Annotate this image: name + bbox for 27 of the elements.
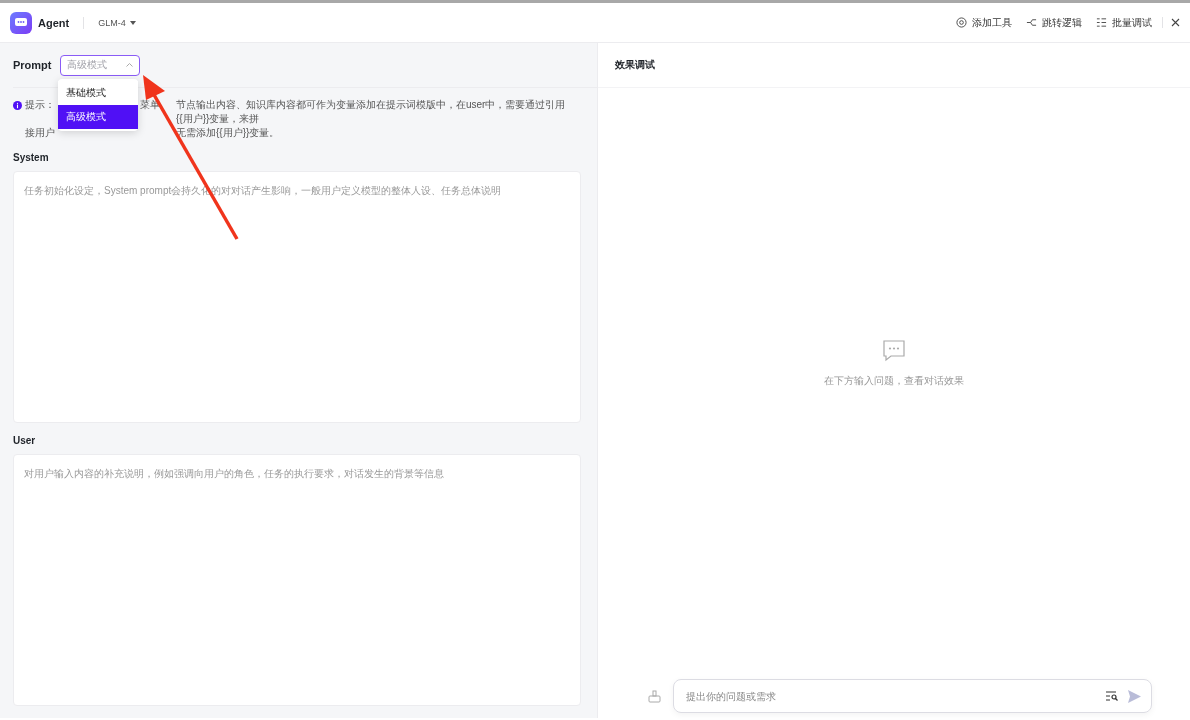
toolbar-button[interactable]: 添加工具 [956,15,1012,30]
caret-icon [129,20,136,25]
toolbar-button[interactable]: 批量调试 [1096,15,1152,30]
search-list-icon[interactable] [1106,691,1118,701]
empty-state-text: 在下方输入问题，查看对话效果 [824,373,964,388]
prompt-input[interactable]: 对用户输入内容的补充说明，例如强调向用户的角色，任务的执行要求，对话发生的背景等信息 [13,454,581,706]
caret-icon [125,63,133,67]
section-title: User [13,435,37,446]
tip-text: 提示： [25,99,55,110]
tip-text: 接用户 [25,127,55,138]
tip-text: 节点输出内容、知识库内容都可作为变量添加在提示词模版中，在user中，需要通过引用{{用户}}变量，来拼 [176,99,566,124]
toolbar-button[interactable]: 跳转逻辑 [1026,15,1082,30]
branch-icon [1026,17,1037,28]
panel-title: 效果调试 [615,58,655,72]
app-name: Agent [38,16,70,29]
model-dropdown[interactable]: GLM-4 [98,17,136,28]
list-icon [1096,17,1107,28]
gear-icon [956,17,967,28]
chat-input-field[interactable]: 提出你的问题或需求 [673,679,1152,713]
dropdown-option[interactable]: 基础模式 [58,81,138,105]
prompt-title: Prompt [13,59,52,71]
dropdown-option[interactable]: 高级模式 [58,105,138,129]
info-icon [13,101,22,110]
section-title: System [13,152,50,163]
app-logo-icon [10,11,32,34]
chat-bubble-icon [882,339,906,362]
close-icon[interactable] [1171,18,1180,27]
